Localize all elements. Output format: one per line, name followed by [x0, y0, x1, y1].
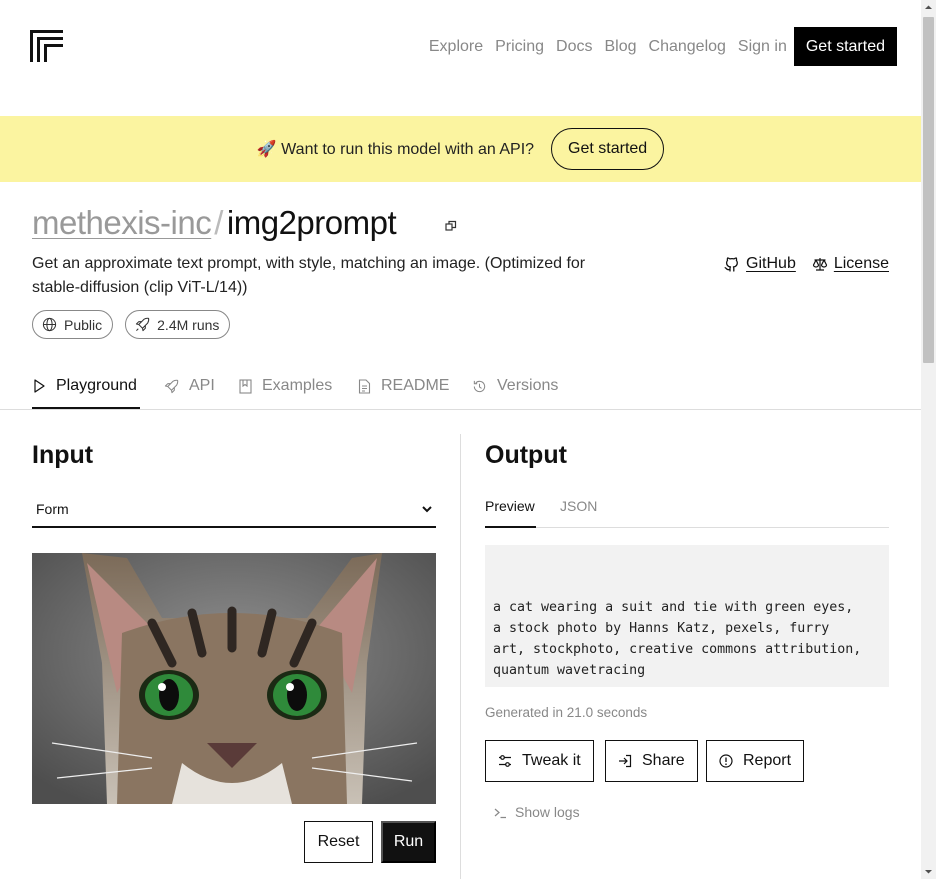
input-mode-select[interactable]: Form: [32, 492, 436, 528]
tab-api[interactable]: API: [164, 376, 215, 396]
tweak-label: Tweak it: [522, 752, 581, 769]
page-scrollbar[interactable]: [921, 0, 936, 879]
tab-api-label: API: [189, 377, 215, 394]
globe-icon: [42, 317, 57, 332]
nav-pricing[interactable]: Pricing: [495, 38, 544, 56]
copy-icon[interactable]: [445, 220, 457, 232]
model-name: img2prompt: [226, 204, 397, 241]
visibility-badge: Public: [32, 310, 114, 339]
model-owner-link[interactable]: methexis-inc: [32, 204, 212, 242]
tab-examples[interactable]: Examples: [239, 376, 332, 396]
file-icon: [358, 378, 371, 394]
banner-text: 🚀 Want to run this model with an API?: [256, 141, 535, 158]
scroll-up-arrow-icon[interactable]: [921, 0, 936, 15]
model-tabs: Playground API Examples README Versions: [0, 362, 921, 410]
terminal-icon: [494, 808, 506, 818]
nav-sign-in[interactable]: Sign in: [738, 38, 787, 56]
input-mode-value: Form: [36, 501, 69, 517]
scroll-thumb[interactable]: [923, 17, 934, 363]
generated-time: Generated in 21.0 seconds: [485, 705, 648, 720]
output-preview: a cat wearing a suit and tie with green …: [485, 545, 889, 687]
sliders-icon: [499, 755, 511, 767]
title-separator: /: [214, 204, 223, 241]
show-logs-label: Show logs: [515, 804, 580, 820]
license-label: License: [833, 255, 889, 272]
tab-playground[interactable]: Playground: [32, 376, 137, 396]
nav-explore[interactable]: Explore: [429, 38, 483, 56]
report-label: Report: [743, 752, 792, 769]
show-logs-toggle[interactable]: Show logs: [494, 804, 580, 820]
run-button[interactable]: Run: [381, 821, 436, 863]
get-started-button[interactable]: Get started: [793, 27, 897, 66]
tab-readme-label: README: [381, 377, 450, 394]
chevron-down-icon: [422, 506, 432, 513]
model-description: Get an approximate text prompt, with sty…: [32, 255, 586, 296]
github-label: GitHub: [746, 255, 796, 272]
output-title: Output: [485, 441, 567, 469]
tab-json[interactable]: JSON: [560, 498, 597, 514]
reset-button[interactable]: Reset: [304, 821, 373, 863]
input-image[interactable]: [32, 553, 436, 804]
report-button[interactable]: Report: [706, 740, 805, 782]
banner-get-started-button[interactable]: Get started: [551, 128, 665, 170]
nav-docs[interactable]: Docs: [556, 38, 592, 56]
api-banner: 🚀 Want to run this model with an API? Ge…: [0, 116, 921, 182]
top-nav: Explore Pricing Docs Blog Changelog Sign…: [429, 27, 897, 66]
model-title: methexis-inc / img2prompt: [32, 204, 397, 242]
rocket-icon: [136, 317, 150, 332]
scale-icon: [812, 258, 827, 271]
nav-blog[interactable]: Blog: [604, 38, 636, 56]
rocket-icon: [164, 379, 179, 393]
output-tabs-border: [485, 527, 889, 528]
share-button[interactable]: Share: [605, 740, 698, 782]
history-icon: [473, 380, 486, 392]
visibility-label: Public: [64, 316, 103, 333]
github-link[interactable]: GitHub: [724, 255, 796, 273]
runs-label: 2.4M runs: [157, 316, 220, 333]
play-icon: [34, 379, 45, 393]
github-icon: [724, 257, 738, 272]
model-stats: Public 2.4M runs: [32, 310, 242, 339]
license-link[interactable]: License: [812, 255, 889, 273]
scroll-down-arrow-icon[interactable]: [921, 864, 936, 879]
share-label: Share: [642, 752, 685, 769]
tab-readme[interactable]: README: [358, 376, 449, 396]
tweak-button[interactable]: Tweak it: [485, 740, 594, 782]
share-icon: [619, 754, 632, 768]
tab-preview[interactable]: Preview: [485, 498, 535, 514]
page: Explore Pricing Docs Blog Changelog Sign…: [0, 0, 921, 879]
runs-badge: 2.4M runs: [125, 310, 231, 339]
active-tab-indicator: [32, 407, 140, 409]
tab-versions[interactable]: Versions: [472, 376, 558, 396]
input-title: Input: [32, 441, 94, 469]
book-icon: [239, 378, 252, 394]
output-active-tab-indicator: [485, 526, 536, 528]
column-divider: [460, 434, 461, 879]
tab-playground-label: Playground: [56, 377, 137, 394]
alert-icon: [719, 754, 733, 768]
replicate-logo-icon[interactable]: [30, 30, 63, 62]
tab-versions-label: Versions: [497, 377, 559, 394]
cat-image: [32, 553, 436, 804]
model-links: GitHub License: [724, 255, 889, 273]
tab-examples-label: Examples: [262, 377, 333, 394]
nav-changelog[interactable]: Changelog: [649, 38, 726, 56]
